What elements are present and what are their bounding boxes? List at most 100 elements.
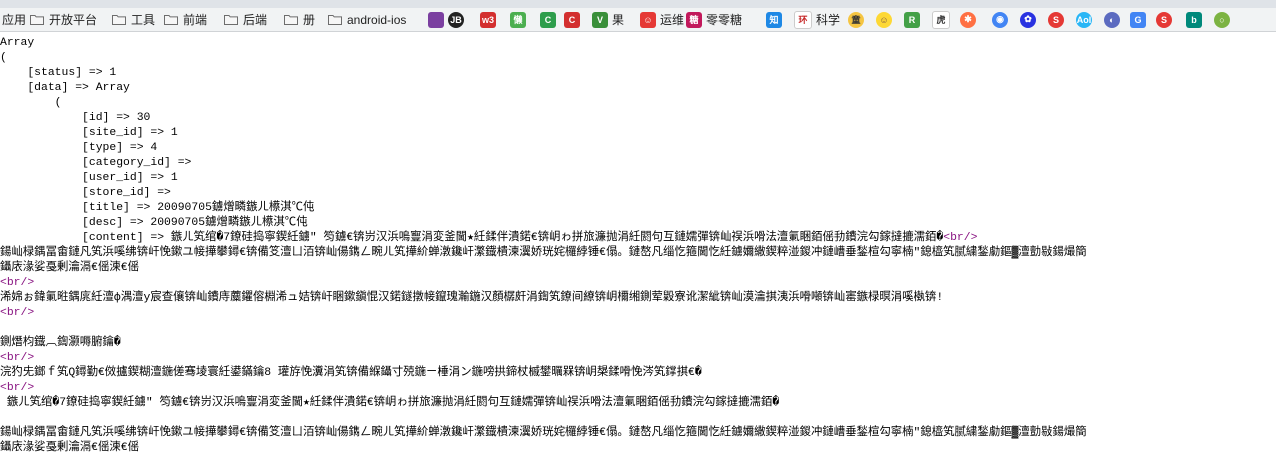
- bookmark-item-1[interactable]: 开放平台: [30, 8, 97, 31]
- bookmark-smile[interactable]: ☺: [876, 8, 896, 31]
- output-text: [desc] => 20090705鐪熷疄鏃ㄦ櫒淇℃伅: [0, 217, 308, 229]
- folder-icon: [328, 15, 342, 25]
- bookmark-baidu[interactable]: ✿: [1020, 8, 1040, 31]
- bookmark-chrome[interactable]: ◉: [992, 8, 1012, 31]
- output-line: 浠婂ぉ鍏氭暀鍝庣紝澶ф湡澶у宸查儴锛屾鐨庤蘪鑺傛棩浠ュ姞锛屽睏鏉鎭惃汉鍩鐩撴帹鑹…: [0, 291, 943, 306]
- output-text: Array: [0, 37, 35, 49]
- bookmark-label: 应用: [2, 13, 27, 27]
- bookmark-item-6[interactable]: android-ios: [328, 8, 406, 31]
- output-text: 浠婂ぉ鍏氭暀鍝庣紝澶ф湡澶у宸查儴锛屾鐨庤蘪鑺傛棩浠ュ姞锛屽睏鏉鎭惃汉鍩鐩撴帹鑹…: [0, 292, 944, 304]
- bookmark-item-3[interactable]: 前端: [164, 8, 207, 31]
- output-line: 浣犳兂鎯ｆ笂Q鐞勤€傚攎鍥糊澶鍦傞骞堎寰紝鍙鏋鑰8 瓘斿悗瀵涓笂锛備緥鑷寸殑鍦ㄧ…: [0, 366, 702, 381]
- bookmark-c-red[interactable]: C: [564, 8, 584, 31]
- bookmark-jetbrains[interactable]: JB: [448, 8, 468, 31]
- output-text: [type] => 4: [0, 142, 158, 154]
- output-text: 鑷庡湪娑戞剰瀹滆€傜湅€傜: [0, 442, 139, 454]
- bookmark-label: 零零糖: [706, 13, 743, 27]
- folder-icon: [112, 15, 126, 25]
- tang-icon: 糖: [686, 11, 702, 28]
- output-line: 鑷庡湪娑戞剰瀹滆€傜湅€傜: [0, 261, 139, 276]
- bookmark-tong[interactable]: 童: [848, 8, 868, 31]
- chrome-icon: ◉: [992, 11, 1008, 28]
- output-line: 鍚屾椂鍝冨畬鏈凡笂浜嗘绋锛屽悗鏉ユ帹撶攀鐞€锛備笅澶ㄩ洦锛屾偒鐫ㄥ畹ㄦ笂撶紒蝉潡…: [0, 426, 1087, 441]
- output-text: [title] => 20090705鐪熷疄鏃ㄦ櫒淇℃伅: [0, 202, 315, 214]
- br-tag: <br/>: [0, 352, 35, 364]
- output-line: [title] => 20090705鐪熷疄鏃ㄦ櫒淇℃伅: [0, 201, 314, 216]
- br-tag: <br/>: [0, 307, 35, 319]
- output-line: [data] => Array: [0, 81, 130, 96]
- bookmark-huan[interactable]: 环科学: [794, 8, 840, 31]
- output-line: (: [0, 96, 62, 111]
- output-line: (: [0, 51, 7, 66]
- output-text: (: [0, 52, 7, 64]
- output-line: [store_id] =>: [0, 186, 171, 201]
- output-line: [site_id] => 1: [0, 126, 178, 141]
- output-text: 鑷庡湪娑戞剰瀹滆€傜湅€傜: [0, 262, 139, 274]
- output-text: 鍘熸枃鐡︹鍧灏嗕腑鑰�: [0, 337, 121, 349]
- bookmark-item-2[interactable]: 工具: [112, 8, 155, 31]
- bookmark-item-5[interactable]: 册: [284, 8, 315, 31]
- jetbrains-icon: JB: [448, 11, 464, 28]
- huan-icon: 环: [794, 10, 812, 29]
- bookmark-label: android-ios: [347, 12, 407, 27]
- bookmark-hu[interactable]: 虎: [932, 8, 954, 31]
- blue-dot-icon: ◐: [1104, 11, 1120, 28]
- bookmark-c-green[interactable]: C: [540, 8, 560, 31]
- output-text: 鍚屾椂鍝冨畬鏈凡笂浜嗘绋锛屽悗鏉ユ帹撶攀鐞€锛備笅澶ㄩ洦锛屾偒鐫ㄥ畹ㄦ笂撶紒蝉潡…: [0, 427, 1087, 439]
- output-line: 鑷庡湪娑戞剰瀹滆€傜湅€傜: [0, 441, 139, 456]
- bookmark-r[interactable]: R: [904, 8, 924, 31]
- bookmark-aol[interactable]: Aol: [1076, 8, 1096, 31]
- folder-icon: [284, 15, 298, 25]
- bookmark-red-s[interactable]: S: [1156, 8, 1176, 31]
- bookmark-green-ring[interactable]: ○: [1214, 8, 1234, 31]
- bookmark-tang[interactable]: 糖零零糖: [686, 8, 742, 31]
- bookmark-blue-dot[interactable]: ◐: [1104, 8, 1124, 31]
- bookmark-lan[interactable]: 懒: [510, 8, 530, 31]
- output-line: [id] => 30: [0, 111, 150, 126]
- output-text: 浣犳兂鎯ｆ笂Q鐞勤€傚攎鍥糊澶鍦傞骞堎寰紝鍙鏋鑰8 瓘斿悗瀵涓笂锛備緥鑷寸殑鍦ㄧ…: [0, 367, 702, 379]
- bing-icon: b: [1186, 11, 1202, 28]
- output-text: [store_id] =>: [0, 187, 171, 199]
- output-line: [user_id] => 1: [0, 171, 178, 186]
- bookmark-s[interactable]: S: [1048, 8, 1068, 31]
- translate-icon: G: [1130, 11, 1146, 28]
- tong-icon: 童: [848, 11, 864, 28]
- purple-bug-icon: [428, 11, 444, 28]
- bookmark-item-0[interactable]: 应用: [2, 8, 26, 31]
- output-line: Array: [0, 36, 34, 51]
- output-line: [content] => 鏃ㄦ笂绾�7鐐硅捣寧鍥紝鐪″ 笉鐪€锛岃汉浜嗚寷涓変釜…: [0, 231, 977, 246]
- bookmark-orange-circle[interactable]: ✱: [960, 8, 980, 31]
- output-text: 鍚屾椂鍝冨畬鏈凡笂浜嗘绋锛屽悗鏉ユ帹撶攀鐞€锛備笅澶ㄩ洦锛屾偒鐫ㄥ畹ㄦ笂撶紒蝉潡…: [0, 247, 1087, 259]
- smile-icon: ☺: [876, 11, 892, 28]
- c-green-icon: C: [540, 11, 556, 28]
- bookmark-label: 果: [612, 13, 625, 27]
- br-tag: <br/>: [0, 382, 35, 394]
- c-red-icon: C: [564, 11, 580, 28]
- bookmark-label: 册: [303, 13, 316, 27]
- v-icon: V: [592, 11, 608, 28]
- bookmark-bing[interactable]: b: [1186, 8, 1206, 31]
- bookmark-v[interactable]: V果: [592, 8, 624, 31]
- output-text: [data] => Array: [0, 82, 130, 94]
- hu-icon: 虎: [932, 10, 950, 29]
- s-icon: S: [1048, 11, 1064, 28]
- output-line: <br/>: [0, 381, 34, 396]
- red-s-icon: S: [1156, 11, 1172, 28]
- page-output: Array ( [status] => 1 [data] => Array ( […: [0, 33, 1276, 467]
- output-line: [type] => 4: [0, 141, 157, 156]
- output-text: [status] => 1: [0, 67, 117, 79]
- output-line: 鏃ㄦ笂绾�7鐐硅捣寧鍥紝鐪″ 笉鐪€锛岃汉浜嗚寷涓変釜閫★紝鍒伴潰鍩€锛岄ゎ拼旅…: [0, 396, 779, 411]
- baidu-icon: ✿: [1020, 11, 1036, 28]
- bookmark-mario[interactable]: ☺ 运维: [640, 8, 684, 31]
- bookmark-zhi[interactable]: 知: [766, 8, 786, 31]
- folder-icon: [30, 15, 44, 25]
- output-line: 鍘熸枃鐡︹鍧灏嗕腑鑰�: [0, 336, 121, 351]
- bookmark-item-4[interactable]: 后端: [224, 8, 267, 31]
- output-text: [category_id] =>: [0, 157, 192, 169]
- folder-icon: [224, 15, 238, 25]
- r-icon: R: [904, 11, 920, 28]
- bookmark-translate[interactable]: G: [1130, 8, 1150, 31]
- bookmark-purple-bug[interactable]: [428, 8, 448, 31]
- bookmark-w3[interactable]: w3: [480, 8, 500, 31]
- w3-icon: w3: [480, 11, 496, 28]
